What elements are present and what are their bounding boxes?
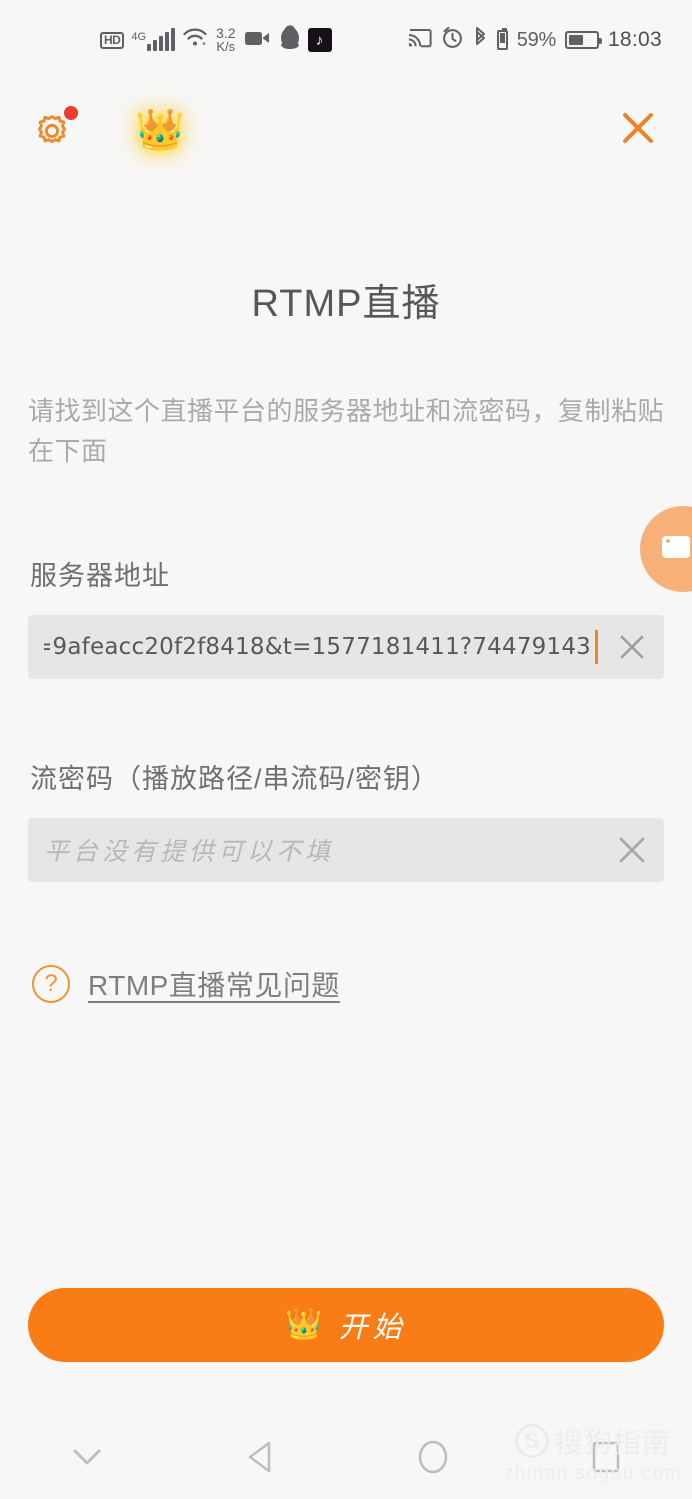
video-camera-icon <box>660 531 692 568</box>
system-navigation-bar <box>0 1420 692 1499</box>
main-content: RTMP直播 请找到这个直播平台的服务器地址和流密码，复制粘贴在下面 服务器地址… <box>0 168 692 1004</box>
back-triangle-icon <box>245 1440 275 1479</box>
stream-key-clear-button[interactable] <box>612 830 652 870</box>
status-bar-right: 59% 18:03 <box>406 26 662 55</box>
settings-button[interactable] <box>30 106 78 153</box>
signal-strength-bars <box>147 28 176 51</box>
tiktok-glyph: ♪ <box>315 31 324 49</box>
status-bar-left: HD 4G 3.2 K/s ♪ <box>100 25 332 55</box>
network-type-label: 4G <box>131 31 147 43</box>
server-address-input[interactable]: 74479143?k=9afeacc20f2f8418&t=1577181411 <box>28 614 664 679</box>
server-address-label: 服务器地址 <box>30 560 170 591</box>
status-bar-clock: 18:03 <box>607 28 662 51</box>
alarm-clock-icon <box>441 26 464 54</box>
phone-screen: HD 4G 3.2 K/s ♪ 59% 18:03 👑 RTMP直播 请找到这个… <box>0 0 692 1499</box>
vip-crown-button[interactable]: 👑 <box>132 102 188 158</box>
hd-icon: HD <box>100 31 125 49</box>
home-button[interactable] <box>346 1420 519 1499</box>
hide-keyboard-button[interactable] <box>0 1420 173 1499</box>
screen-cast-icon <box>406 27 432 54</box>
close-icon <box>618 108 658 153</box>
server-address-value: 74479143?k=9afeacc20f2f8418&t=1577181411 <box>44 633 591 660</box>
app-top-bar: 👑 <box>0 92 692 168</box>
crown-icon: 👑 <box>135 108 185 152</box>
close-button[interactable] <box>616 108 660 152</box>
recents-square-icon <box>590 1440 622 1479</box>
stream-key-input[interactable]: 平台没有提供可以不填 <box>28 817 664 882</box>
network-speed-indicator: 3.2 K/s <box>216 26 235 54</box>
battery-icon <box>564 31 602 49</box>
server-address-clear-button[interactable] <box>612 627 652 667</box>
chevron-down-icon <box>70 1446 104 1473</box>
start-button[interactable]: 👑 开始 <box>28 1288 664 1362</box>
gear-icon <box>30 115 76 157</box>
page-title: RTMP直播 <box>251 283 441 325</box>
signal-bars-icon: 4G <box>131 28 176 51</box>
qq-penguin-icon <box>279 25 301 55</box>
stream-key-label: 流密码（播放路径/串流码/密钥） <box>30 763 440 794</box>
bluetooth-icon <box>473 26 488 55</box>
faq-link-label[interactable]: RTMP直播常见问题 <box>88 964 340 1004</box>
notification-dot-badge <box>64 106 78 120</box>
status-bar: HD 4G 3.2 K/s ♪ 59% 18:03 <box>0 0 692 80</box>
start-button-label: 开始 <box>338 1310 407 1344</box>
back-button[interactable] <box>173 1420 346 1499</box>
faq-link-row[interactable]: ? RTMP直播常见问题 <box>32 964 692 1004</box>
tiktok-icon: ♪ <box>307 28 332 52</box>
stream-key-placeholder: 平台没有提供可以不填 <box>44 836 335 866</box>
battery-percent-label: 59% <box>516 28 556 51</box>
bluetooth-device-battery-icon <box>496 28 508 50</box>
network-speed-unit: K/s <box>216 39 236 54</box>
home-circle-icon <box>416 1438 450 1481</box>
wifi-icon <box>182 26 208 55</box>
text-cursor <box>595 629 598 664</box>
page-description: 请找到这个直播平台的服务器地址和流密码，复制粘贴在下面 <box>28 396 665 467</box>
question-mark-icon: ? <box>32 964 70 1003</box>
crown-icon: 👑 <box>285 1308 323 1341</box>
recents-button[interactable] <box>519 1420 692 1499</box>
video-recording-icon <box>244 28 272 53</box>
